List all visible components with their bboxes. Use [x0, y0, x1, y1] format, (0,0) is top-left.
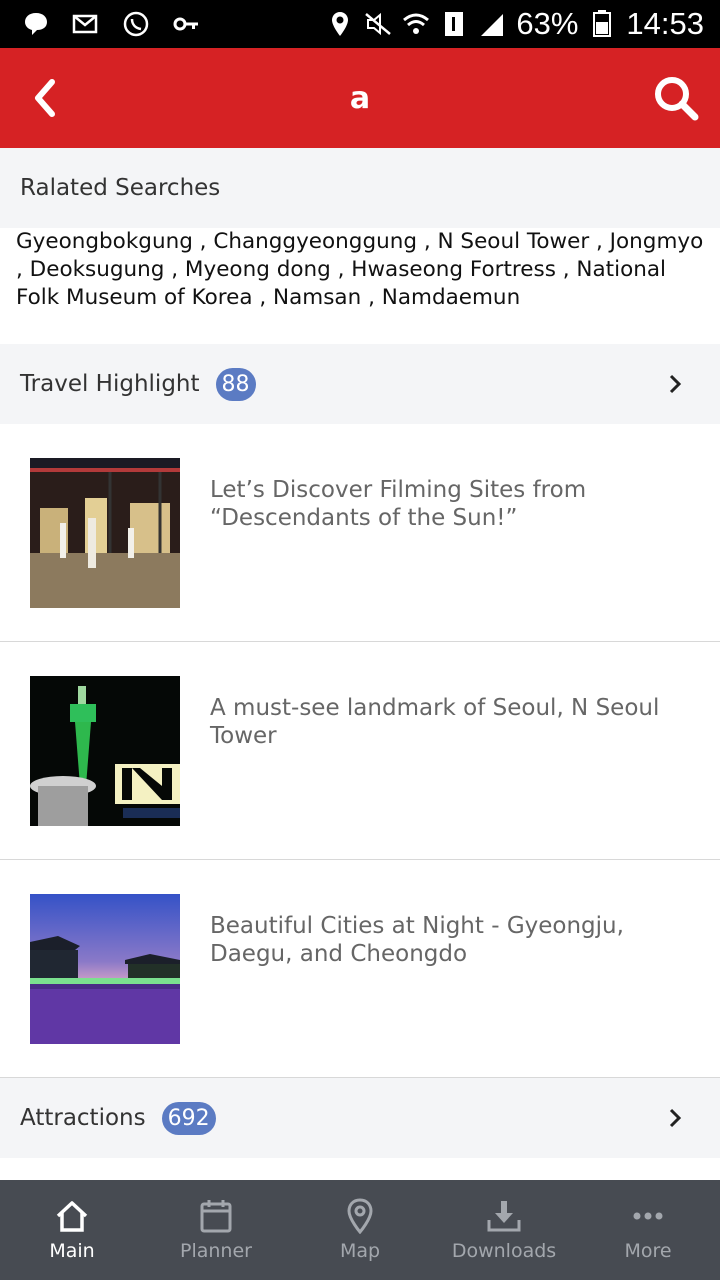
related-searches-title: Ralated Searches — [20, 175, 221, 201]
battery-level: 63% — [516, 6, 579, 41]
nav-planner[interactable]: Planner — [144, 1180, 288, 1280]
more-icon — [633, 1212, 663, 1220]
search-button[interactable] — [652, 74, 700, 122]
travel-highlight-label: Travel Highlight — [20, 371, 200, 397]
nav-label: Map — [339, 1240, 381, 1262]
whatsapp-icon — [123, 11, 149, 37]
nav-label: Planner — [180, 1240, 252, 1262]
highlight-item-2[interactable]: A must-see landmark of Seoul, N Seoul To… — [0, 642, 720, 860]
clock: 14:53 — [626, 6, 704, 41]
highlight-item-1[interactable]: Let’s Discover Filming Sites from “Desce… — [0, 424, 720, 642]
battery-icon — [593, 10, 612, 37]
nav-more[interactable]: More — [576, 1180, 720, 1280]
related-searches-list[interactable]: Gyeongbokgung , Changgyeonggung , N Seou… — [16, 228, 706, 312]
related-searches-header: Ralated Searches — [0, 148, 720, 228]
highlight-item-title: Beautiful Cities at Night - Gyeongju, Da… — [210, 913, 624, 967]
status-bar: 63% 14:53 — [0, 0, 720, 48]
bottom-nav: Main Planner Map Downloads More — [0, 1180, 720, 1280]
attractions-count-badge: 692 — [161, 1101, 216, 1135]
message-icon — [25, 13, 47, 35]
travel-highlight-count-badge: 88 — [215, 367, 256, 401]
thumbnail-filming-sites — [30, 458, 180, 608]
download-icon — [487, 1201, 521, 1232]
highlight-item-title: A must-see landmark of Seoul, N Seoul To… — [210, 695, 660, 749]
app-header: a — [0, 48, 720, 148]
attractions-label: Attractions — [20, 1105, 146, 1131]
chevron-right-icon — [669, 1108, 682, 1128]
location-icon — [332, 12, 349, 36]
calendar-icon — [200, 1200, 232, 1233]
signal-icon — [481, 14, 504, 36]
home-icon — [56, 1201, 88, 1232]
nav-main[interactable]: Main — [0, 1180, 144, 1280]
chevron-left-icon — [35, 79, 55, 117]
chevron-right-icon — [669, 374, 682, 394]
key-icon — [173, 17, 198, 31]
map-pin-icon — [347, 1198, 373, 1234]
email-icon — [72, 14, 98, 34]
attractions-header[interactable]: Attractions 692 — [0, 1078, 720, 1158]
wifi-icon — [403, 13, 430, 34]
thumbnail-cities-at-night — [30, 894, 180, 1044]
back-button[interactable] — [26, 76, 66, 120]
nav-map[interactable]: Map — [288, 1180, 432, 1280]
thumbnail-n-seoul-tower — [30, 676, 180, 826]
nav-label: Downloads — [451, 1240, 557, 1262]
nav-label: More — [624, 1240, 672, 1262]
travel-highlight-header[interactable]: Travel Highlight 88 — [0, 344, 720, 424]
page-title: a — [349, 80, 371, 116]
sim-icon — [445, 12, 464, 36]
nav-downloads[interactable]: Downloads — [432, 1180, 576, 1280]
nav-label: Main — [49, 1240, 95, 1262]
highlight-item-3[interactable]: Beautiful Cities at Night - Gyeongju, Da… — [0, 860, 720, 1078]
mute-icon — [365, 12, 392, 36]
highlight-item-title: Let’s Discover Filming Sites from “Desce… — [210, 477, 587, 531]
